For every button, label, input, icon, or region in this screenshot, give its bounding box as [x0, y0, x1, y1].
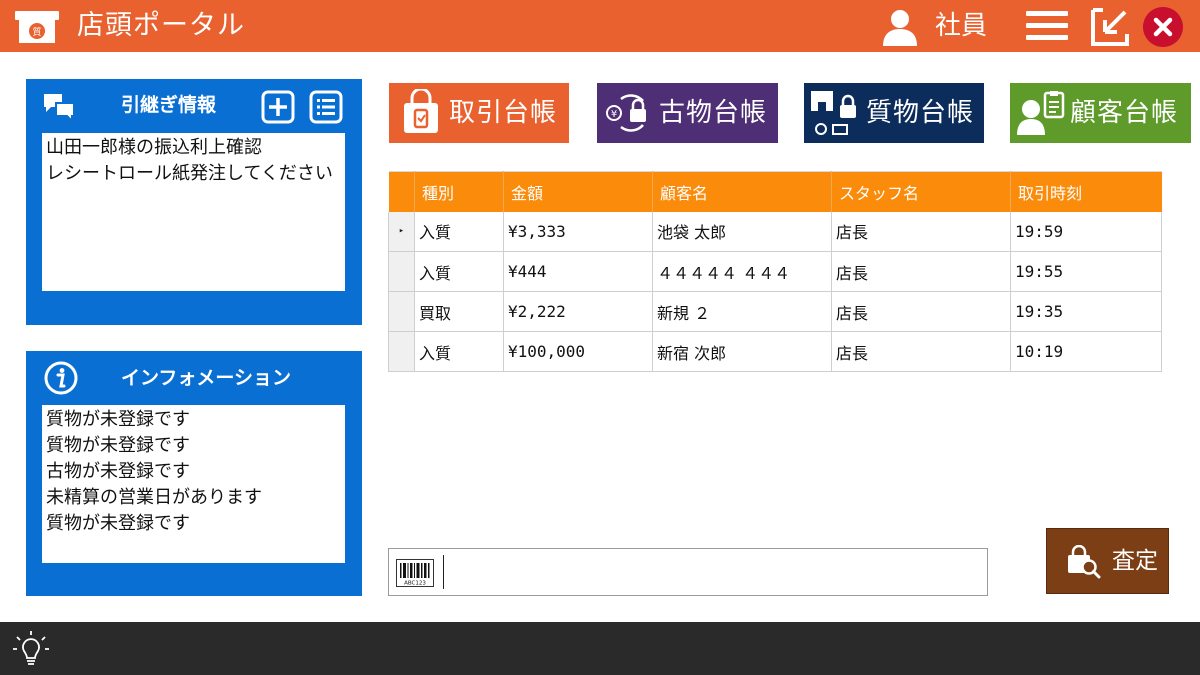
menu-icon[interactable]: [1024, 8, 1070, 44]
pawn-ledger-label: 質物台帳: [866, 98, 975, 128]
cell-type: 入質: [414, 331, 504, 372]
cell-staff: 店長: [831, 211, 1011, 252]
pawn-ledger-button[interactable]: 質物台帳: [804, 83, 984, 143]
handover-notes[interactable]: 山田一郎様の振込利上確認 レシートロール紙発注してください: [42, 133, 345, 291]
cell-customer: 新規 ２: [652, 291, 832, 332]
information-line: 質物が未登録です: [46, 409, 190, 430]
secondhand-ledger-button[interactable]: ¥ 古物台帳: [597, 83, 778, 143]
handover-note-line: レシートロール紙発注してください: [46, 163, 333, 184]
pawnshop-lock-icon: [811, 91, 856, 135]
cell-time: 19:59: [1010, 211, 1162, 252]
information-line: 質物が未登録です: [46, 435, 190, 456]
user-role-label[interactable]: 社員: [935, 9, 987, 43]
row-selector-current[interactable]: ▸: [388, 211, 415, 252]
table-row[interactable]: 入質 ¥100,000 新宿 次郎 店長 10:19: [388, 331, 1162, 372]
cell-customer: 新宿 次郎: [652, 331, 832, 372]
info-icon: [44, 361, 78, 395]
row-selector[interactable]: [388, 291, 415, 332]
customer-ledger-label: 顧客台帳: [1070, 98, 1179, 128]
handover-title: 引継ぎ情報: [121, 94, 217, 116]
information-messages[interactable]: 質物が未登録です 質物が未登録です 古物が未登録です 未精算の営業日があります …: [42, 405, 345, 563]
yen-exchange-lock-icon: ¥: [606, 94, 646, 132]
column-header-staff[interactable]: スタッフ名: [831, 171, 1011, 212]
chat-bubbles-icon: [44, 94, 75, 123]
transaction-ledger-label: 取引台帳: [449, 98, 558, 128]
barcode-input[interactable]: [443, 555, 983, 589]
transaction-ledger-button[interactable]: 取引台帳: [389, 83, 569, 143]
bag-search-icon: [1068, 545, 1101, 579]
cell-time: 19:35: [1010, 291, 1162, 332]
app-header: 質 店頭ポータル 社員: [0, 0, 1200, 52]
close-icon[interactable]: [1143, 7, 1183, 47]
add-note-button[interactable]: [261, 90, 295, 124]
column-header-amount[interactable]: 金額: [503, 171, 653, 212]
column-header-type[interactable]: 種別: [414, 171, 504, 212]
cell-customer: ４４４４４ ４４４: [652, 251, 832, 292]
assessment-button[interactable]: 査定: [1046, 528, 1169, 594]
cell-staff: 店長: [831, 331, 1011, 372]
column-header-customer[interactable]: 顧客名: [652, 171, 832, 212]
secondhand-ledger-label: 古物台帳: [659, 98, 768, 128]
lightbulb-icon[interactable]: [12, 630, 50, 668]
shopping-bag-icon: [404, 89, 438, 133]
handover-panel: 引継ぎ情報 山田一郎様の振込利上確認 レシートロール紙発注してください: [26, 79, 362, 325]
table-row[interactable]: ▸ 入質 ¥3,333 池袋 太郎 店長 19:59: [388, 211, 1162, 252]
cell-time: 10:19: [1010, 331, 1162, 372]
user-icon: [883, 10, 917, 46]
barcode-field[interactable]: ABC123: [388, 548, 988, 596]
cell-customer: 池袋 太郎: [652, 211, 832, 252]
information-panel: インフォメーション 質物が未登録です 質物が未登録です 古物が未登録です 未精算…: [26, 351, 362, 596]
cell-amount: ¥2,222: [503, 291, 653, 332]
cell-type: 買取: [414, 291, 504, 332]
cell-amount: ¥3,333: [503, 211, 653, 252]
list-notes-button[interactable]: [309, 90, 343, 124]
table-header-row: 種別 金額 顧客名 スタッフ名 取引時刻: [388, 171, 1162, 212]
handover-note-line: 山田一郎様の振込利上確認: [46, 137, 262, 158]
pawnshop-storefront-icon: 質: [15, 11, 59, 43]
row-selector[interactable]: [388, 251, 415, 292]
status-footer: [0, 622, 1200, 675]
app-title: 店頭ポータル: [77, 10, 245, 41]
svg-text:¥: ¥: [611, 109, 617, 120]
cell-type: 入質: [414, 251, 504, 292]
minimize-window-icon[interactable]: [1089, 6, 1131, 48]
customer-clipboard-icon: [1017, 91, 1065, 135]
assessment-label: 査定: [1112, 548, 1158, 574]
svg-text:質: 質: [32, 26, 41, 38]
row-selector[interactable]: [388, 331, 415, 372]
cell-amount: ¥444: [503, 251, 653, 292]
barcode-icon-text: ABC123: [404, 581, 426, 587]
information-line: 古物が未登録です: [46, 461, 190, 482]
transaction-table: 種別 金額 顧客名 スタッフ名 取引時刻 ▸ 入質 ¥3,333 池袋 太郎 店…: [388, 171, 1162, 372]
cell-time: 19:55: [1010, 251, 1162, 292]
cell-type: 入質: [414, 211, 504, 252]
information-line: 質物が未登録です: [46, 513, 190, 534]
information-line: 未精算の営業日があります: [46, 487, 262, 508]
cell-staff: 店長: [831, 251, 1011, 292]
row-selector-header: [388, 171, 415, 212]
cell-amount: ¥100,000: [503, 331, 653, 372]
cell-staff: 店長: [831, 291, 1011, 332]
information-title: インフォメーション: [121, 367, 292, 389]
customer-ledger-button[interactable]: 顧客台帳: [1010, 83, 1191, 143]
column-header-time[interactable]: 取引時刻: [1010, 171, 1162, 212]
table-row[interactable]: 入質 ¥444 ４４４４４ ４４４ 店長 19:55: [388, 251, 1162, 292]
barcode-icon: ABC123: [396, 559, 434, 587]
table-row[interactable]: 買取 ¥2,222 新規 ２ 店長 19:35: [388, 291, 1162, 332]
